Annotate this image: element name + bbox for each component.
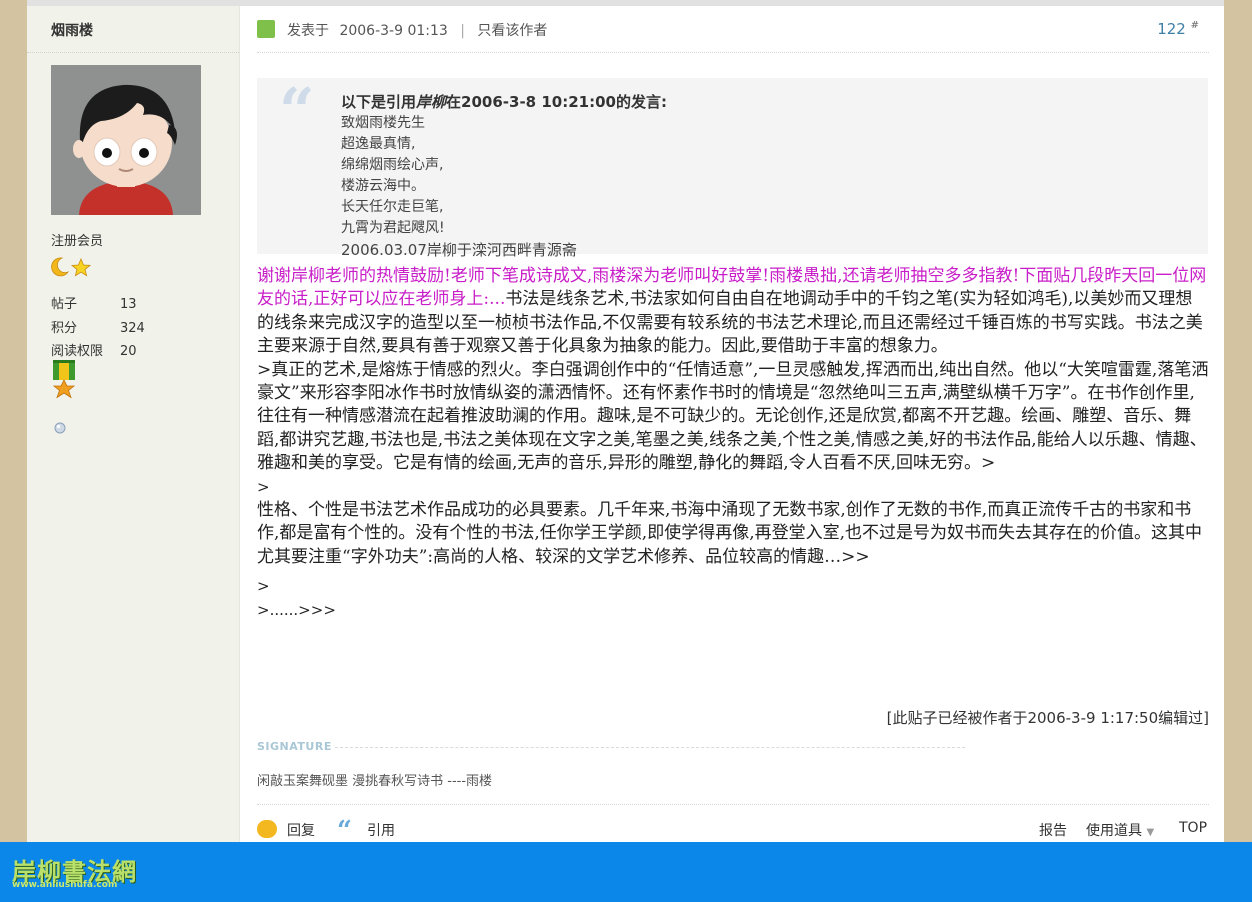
divider — [335, 747, 965, 748]
reply-icon — [257, 820, 277, 838]
quote-suffix: 在2006-3-8 10:21:00的发言: — [446, 93, 667, 111]
avatar-image — [51, 65, 201, 215]
moon-star-icon — [51, 257, 92, 277]
user-group: 注册会员 — [51, 234, 104, 249]
posted-label: 发表于 — [287, 23, 329, 39]
rank-stars — [51, 257, 92, 281]
stat-value: 13 — [120, 297, 137, 312]
quote-icon: “ — [337, 816, 352, 846]
content-gt: > — [257, 577, 270, 596]
content-paragraph: 性格、个性是书法艺术作品成功的必具要素。几千年来,书海中涌现了无数书家,创作了无… — [257, 500, 1203, 567]
quote-prefix: 以下是引用 — [341, 93, 417, 111]
content-paragraph: 谢谢岸柳老师的热情鼓励!老师下笔成诗成文,雨楼深为老师叫好鼓掌!雨楼愚拙,还请老… — [257, 265, 1209, 359]
medal-icon — [52, 360, 76, 399]
content-gt: > — [257, 477, 270, 496]
bottom-banner: 岸柳書法網 www.anliushufa.com — [0, 842, 1252, 902]
stat-value: 324 — [120, 321, 145, 336]
divider — [257, 52, 1209, 53]
quote-line: 九霄为君起飕风! — [341, 220, 445, 236]
floor-mark: # — [1190, 20, 1199, 31]
chevron-down-icon: ▼ — [1146, 827, 1155, 838]
tools-menu[interactable]: 使用道具 ▼ — [1086, 820, 1154, 840]
quote-line: 绵绵烟雨绘心声, — [341, 157, 444, 173]
stat-label: 积分 — [51, 321, 78, 336]
stat-posts: 帖子 13 — [51, 293, 137, 312]
quote-line: 楼游云海中。 — [341, 178, 425, 194]
divider — [27, 52, 239, 53]
post-container: 烟雨楼 注册会员 帖子 13 积分 324 阅读权限 20 发表于 2006-3… — [27, 0, 1224, 848]
floor-value: 122 — [1157, 20, 1186, 38]
post-meta: 发表于 2006-3-9 01:13 | 只看该作者 — [287, 20, 547, 40]
post-icon — [257, 20, 275, 38]
quote-mark-icon: “ — [279, 74, 315, 147]
stat-label: 帖子 — [51, 297, 78, 312]
signature-text: 闲敲玉案舞砚墨 漫挑春秋写诗书 ----雨楼 — [257, 774, 493, 789]
top-link[interactable]: TOP — [1179, 820, 1207, 836]
quote-label: 引用 — [367, 823, 395, 839]
posted-time: 2006-3-9 01:13 — [339, 23, 448, 39]
content-paragraph: >真正的艺术,是熔炼于情感的烈火。李白强调创作中的“任情适意”,一旦灵感触发,挥… — [257, 359, 1209, 474]
content-gt: >......>>> — [257, 600, 336, 619]
quoted-author: 岸柳 — [416, 93, 447, 111]
quote-block: “ 以下是引用岸柳在2006-3-8 10:21:00的发言: 致烟雨楼先生 超… — [257, 74, 1208, 259]
divider: | — [460, 23, 465, 39]
quote-signature-line: 2006.03.07岸柳于滦河西畔青源斋 — [341, 241, 577, 259]
quote-line: 致烟雨楼先生 — [341, 115, 425, 131]
reply-label: 回复 — [287, 823, 315, 839]
post-content: 谢谢岸柳老师的热情鼓励!老师下笔成诗成文,雨楼深为老师叫好鼓掌!雨楼愚拙,还请老… — [257, 265, 1209, 622]
quote-title: 以下是引用岸柳在2006-3-8 10:21:00的发言: — [341, 91, 1208, 113]
divider — [257, 804, 1209, 805]
only-author-link[interactable]: 只看该作者 — [477, 23, 547, 39]
quote-button[interactable]: “ 引用 — [337, 816, 407, 846]
author-name[interactable]: 烟雨楼 — [51, 20, 93, 40]
post-main: 发表于 2006-3-9 01:13 | 只看该作者 122 # “ 以下是引用… — [257, 6, 1209, 848]
avatar[interactable] — [51, 65, 201, 215]
online-status-icon — [54, 419, 66, 438]
report-link[interactable]: 报告 — [1039, 820, 1067, 840]
reply-button[interactable]: 回复 — [257, 820, 327, 842]
signature-label: SIGNATURE — [257, 740, 332, 753]
site-url[interactable]: www.anliushufa.com — [12, 880, 117, 890]
quote-line: 长天任尔走巨笔, — [341, 199, 444, 215]
stat-read-permission: 阅读权限 20 — [51, 340, 137, 359]
stat-label: 阅读权限 — [51, 344, 104, 359]
post-actions: 回复 “ 引用 报告 使用道具 ▼ TOP — [257, 816, 1209, 846]
quote-line: 超逸最真情, — [341, 136, 416, 152]
stat-value: 20 — [120, 344, 137, 359]
edited-note: [此贴子已经被作者于2006-3-9 1:17:50编辑过] — [886, 709, 1209, 727]
post-header: 发表于 2006-3-9 01:13 | 只看该作者 122 # — [257, 18, 1209, 42]
floor-number[interactable]: 122 # — [1157, 20, 1199, 38]
stat-points: 积分 324 — [51, 317, 145, 336]
medal[interactable] — [51, 360, 79, 410]
author-sidebar: 烟雨楼 注册会员 帖子 13 积分 324 阅读权限 20 — [27, 6, 240, 848]
tools-label: 使用道具 — [1086, 823, 1142, 839]
